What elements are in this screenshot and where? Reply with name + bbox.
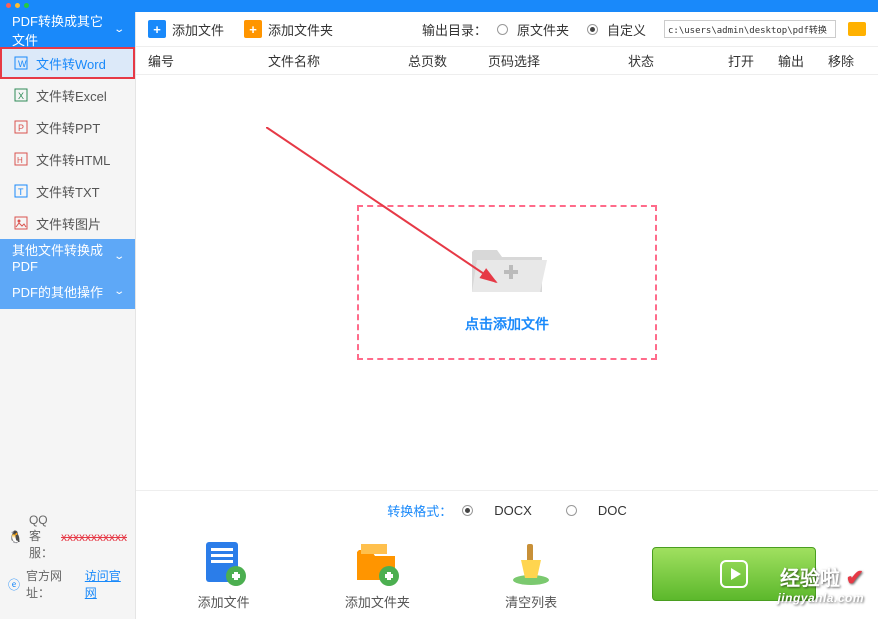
- item-label: 文件转Excel: [36, 86, 107, 105]
- svg-text:W: W: [18, 59, 27, 69]
- item-to-word[interactable]: W 文件转Word: [0, 47, 135, 79]
- column-headers: 编号 文件名称 总页数 页码选择 状态 打开 输出 移除: [136, 47, 878, 75]
- clear-icon: [507, 538, 555, 586]
- item-to-image[interactable]: 文件转图片: [0, 207, 135, 239]
- section-other-to-pdf[interactable]: 其他文件转换成PDF ⌄: [0, 239, 135, 274]
- section-pdf-to-other[interactable]: PDF转换成其它文件 ⌄: [0, 12, 135, 47]
- action-add-file[interactable]: 添加文件: [198, 538, 250, 611]
- word-icon: W: [14, 56, 28, 70]
- item-label: 文件转TXT: [36, 182, 100, 201]
- sidebar-footer: 🐧 QQ 客服： xxxxxxxxxxx ⓔ 官方网址： 访问官网: [0, 497, 135, 619]
- radio-docx[interactable]: [462, 505, 473, 516]
- excel-icon: X: [14, 88, 28, 102]
- add-folder-label[interactable]: 添加文件夹: [268, 20, 333, 39]
- col-pages: 总页数: [408, 51, 488, 70]
- ppt-icon: P: [14, 120, 28, 134]
- txt-icon: T: [14, 184, 28, 198]
- format-row: 转换格式： DOCX DOC: [136, 491, 878, 529]
- footer-area: 转换格式： DOCX DOC 添加文件 添加文件夹 清空列表: [136, 490, 878, 619]
- col-filename: 文件名称: [268, 51, 408, 70]
- svg-text:H: H: [17, 156, 23, 165]
- add-folder-icon[interactable]: +: [244, 20, 262, 38]
- chevron-down-icon: ⌄: [113, 24, 125, 35]
- minimize-dot[interactable]: [15, 3, 20, 8]
- maximize-dot[interactable]: [24, 3, 29, 8]
- titlebar: [0, 0, 878, 12]
- start-convert-button[interactable]: [652, 547, 816, 601]
- add-file-icon[interactable]: +: [148, 20, 166, 38]
- section-label: PDF的其他操作: [12, 282, 103, 301]
- col-output: 输出: [778, 51, 828, 70]
- svg-text:X: X: [18, 91, 24, 101]
- radio-original-label[interactable]: 原文件夹: [517, 20, 569, 39]
- radio-doc[interactable]: [566, 505, 577, 516]
- section-label: PDF转换成其它文件: [12, 11, 115, 49]
- html-icon: H: [14, 152, 28, 166]
- doc-label[interactable]: DOC: [598, 503, 627, 518]
- svg-text:P: P: [18, 123, 24, 133]
- chevron-down-icon: ⌄: [113, 286, 125, 297]
- item-to-excel[interactable]: X 文件转Excel: [0, 79, 135, 111]
- main-area: + 添加文件 + 添加文件夹 输出目录： 原文件夹 自定义 编号 文件名称 总页…: [135, 12, 878, 619]
- add-folder-big-icon: [353, 538, 401, 586]
- col-range: 页码选择: [488, 51, 628, 70]
- qq-icon: 🐧: [8, 530, 23, 544]
- item-label: 文件转PPT: [36, 118, 100, 137]
- item-to-ppt[interactable]: P 文件转PPT: [0, 111, 135, 143]
- radio-custom-label[interactable]: 自定义: [607, 20, 646, 39]
- svg-text:T: T: [18, 187, 24, 197]
- action-add-folder[interactable]: 添加文件夹: [345, 538, 410, 611]
- file-list-area: 点击添加文件: [136, 75, 878, 490]
- globe-icon: ⓔ: [8, 576, 20, 593]
- item-label: 文件转图片: [36, 214, 101, 233]
- sidebar: PDF转换成其它文件 ⌄ W 文件转Word X 文件转Excel P 文件转P…: [0, 12, 135, 619]
- image-icon: [14, 216, 28, 230]
- radio-original[interactable]: [497, 24, 508, 35]
- add-file-big-icon: [200, 538, 248, 586]
- item-to-txt[interactable]: T 文件转TXT: [0, 175, 135, 207]
- item-label: 文件转Word: [36, 54, 106, 73]
- col-open: 打开: [728, 51, 778, 70]
- qq-label: QQ 客服：: [29, 513, 55, 561]
- output-path-input[interactable]: [664, 20, 836, 38]
- action-label: 清空列表: [505, 592, 557, 611]
- chevron-down-icon: ⌄: [113, 251, 125, 262]
- col-status: 状态: [628, 51, 728, 70]
- docx-label[interactable]: DOCX: [494, 503, 532, 518]
- qq-value: xxxxxxxxxxx: [61, 530, 127, 544]
- item-to-html[interactable]: H 文件转HTML: [0, 143, 135, 175]
- close-dot[interactable]: [6, 3, 11, 8]
- section-label: 其他文件转换成PDF: [12, 240, 115, 274]
- site-label: 官方网址：: [26, 567, 79, 601]
- add-file-label[interactable]: 添加文件: [172, 20, 224, 39]
- item-label: 文件转HTML: [36, 150, 110, 169]
- site-link[interactable]: 访问官网: [85, 567, 127, 601]
- format-label: 转换格式：: [387, 501, 452, 520]
- drop-label: 点击添加文件: [465, 314, 549, 334]
- action-label: 添加文件: [198, 592, 250, 611]
- output-label: 输出目录：: [422, 20, 487, 39]
- radio-custom[interactable]: [587, 24, 598, 35]
- action-label: 添加文件夹: [345, 592, 410, 611]
- col-index: 编号: [148, 51, 268, 70]
- action-clear[interactable]: 清空列表: [505, 538, 557, 611]
- play-icon: [719, 559, 749, 589]
- action-row: 添加文件 添加文件夹 清空列表: [136, 529, 878, 619]
- section-pdf-other-ops[interactable]: PDF的其他操作 ⌄: [0, 274, 135, 309]
- col-remove: 移除: [828, 51, 878, 70]
- drop-zone[interactable]: 点击添加文件: [357, 205, 657, 360]
- toolbar: + 添加文件 + 添加文件夹 输出目录： 原文件夹 自定义: [136, 12, 878, 47]
- folder-plus-icon: [462, 232, 552, 302]
- browse-folder-icon[interactable]: [848, 22, 866, 36]
